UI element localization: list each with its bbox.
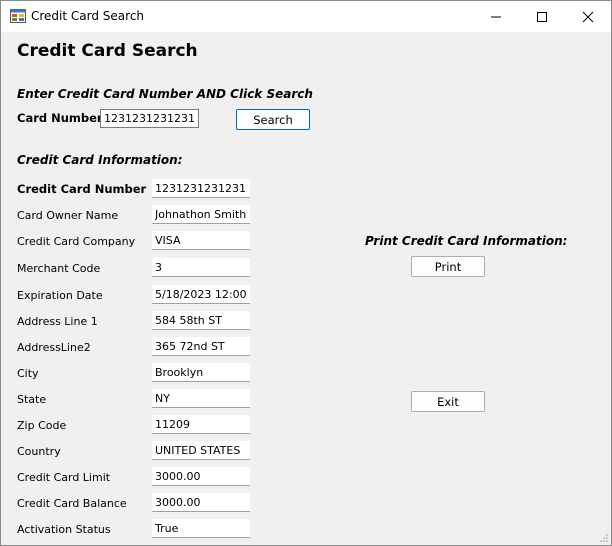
activation-status-field[interactable] [152, 519, 250, 538]
close-button[interactable] [565, 1, 611, 32]
credit-card-balance-label: Credit Card Balance [17, 497, 127, 510]
maximize-button[interactable] [519, 1, 565, 32]
credit-card-company-label: Credit Card Company [17, 235, 136, 248]
expiration-date-field[interactable] [152, 285, 250, 304]
address-line-1-field[interactable] [152, 311, 250, 330]
maximize-icon [537, 11, 547, 22]
country-label: Country [17, 445, 61, 458]
minimize-button[interactable] [473, 1, 519, 32]
credit-card-company-field[interactable] [152, 231, 250, 250]
address-line-2-label: AddressLine2 [17, 341, 91, 354]
card-owner-name-label: Card Owner Name [17, 209, 119, 222]
card-number-input[interactable] [100, 109, 199, 128]
merchant-code-label: Merchant Code [17, 262, 101, 275]
address-line-1-label: Address Line 1 [17, 315, 98, 328]
app-window-icon [10, 9, 26, 23]
info-section-title: Credit Card Information: [17, 153, 183, 167]
zip-code-label: Zip Code [17, 419, 67, 432]
country-field[interactable] [152, 441, 250, 460]
app-window: Credit Card Search Credit Card Search En… [0, 0, 612, 546]
title-bar[interactable]: Credit Card Search [1, 1, 611, 32]
city-field[interactable] [152, 363, 250, 382]
window-title: Credit Card Search [31, 9, 145, 23]
state-field[interactable] [152, 389, 250, 408]
print-section-title: Print Credit Card Information: [365, 234, 568, 248]
address-line-2-field[interactable] [152, 337, 250, 356]
minimize-icon [491, 16, 501, 17]
page-title: Credit Card Search [17, 41, 198, 61]
search-button[interactable]: Search [236, 109, 310, 130]
credit-card-limit-field[interactable] [152, 467, 250, 486]
credit-card-number-field[interactable] [152, 179, 250, 198]
state-label: State [17, 393, 47, 406]
credit-card-number-label: Credit Card Number [17, 182, 147, 196]
expiration-date-label: Expiration Date [17, 289, 103, 302]
print-button[interactable]: Print [411, 256, 485, 277]
city-label: City [17, 367, 39, 380]
card-owner-name-field[interactable] [152, 205, 250, 224]
credit-card-limit-label: Credit Card Limit [17, 471, 111, 484]
card-number-label: Card Number [17, 111, 103, 125]
close-icon [582, 11, 594, 22]
credit-card-balance-field[interactable] [152, 493, 250, 512]
search-instruction: Enter Credit Card Number AND Click Searc… [17, 87, 313, 101]
zip-code-field[interactable] [152, 415, 250, 434]
exit-button[interactable]: Exit [411, 391, 485, 412]
merchant-code-field[interactable] [152, 258, 250, 277]
activation-status-label: Activation Status [17, 523, 111, 536]
resize-grip-icon[interactable] [599, 533, 609, 543]
